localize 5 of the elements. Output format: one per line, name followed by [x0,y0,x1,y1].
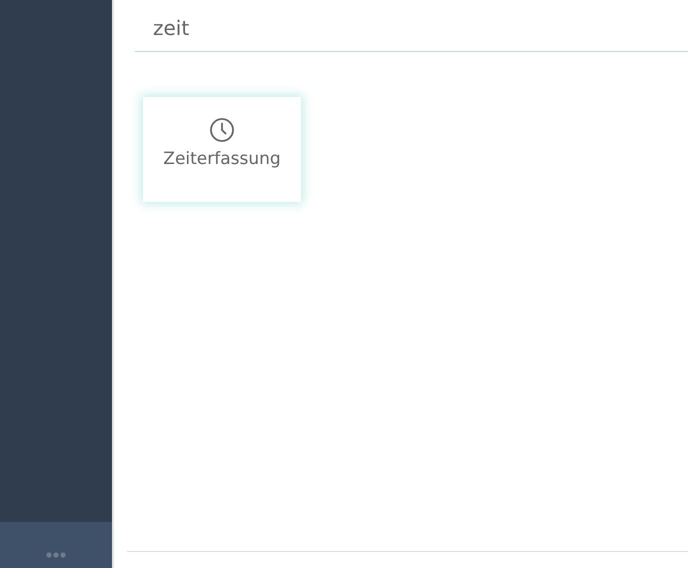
more-button[interactable] [0,522,112,568]
tile-label: Zeiterfassung [163,149,281,169]
result-tile[interactable]: Zeiterfassung [143,97,301,202]
more-icon [46,552,66,558]
clock-icon [209,117,235,143]
